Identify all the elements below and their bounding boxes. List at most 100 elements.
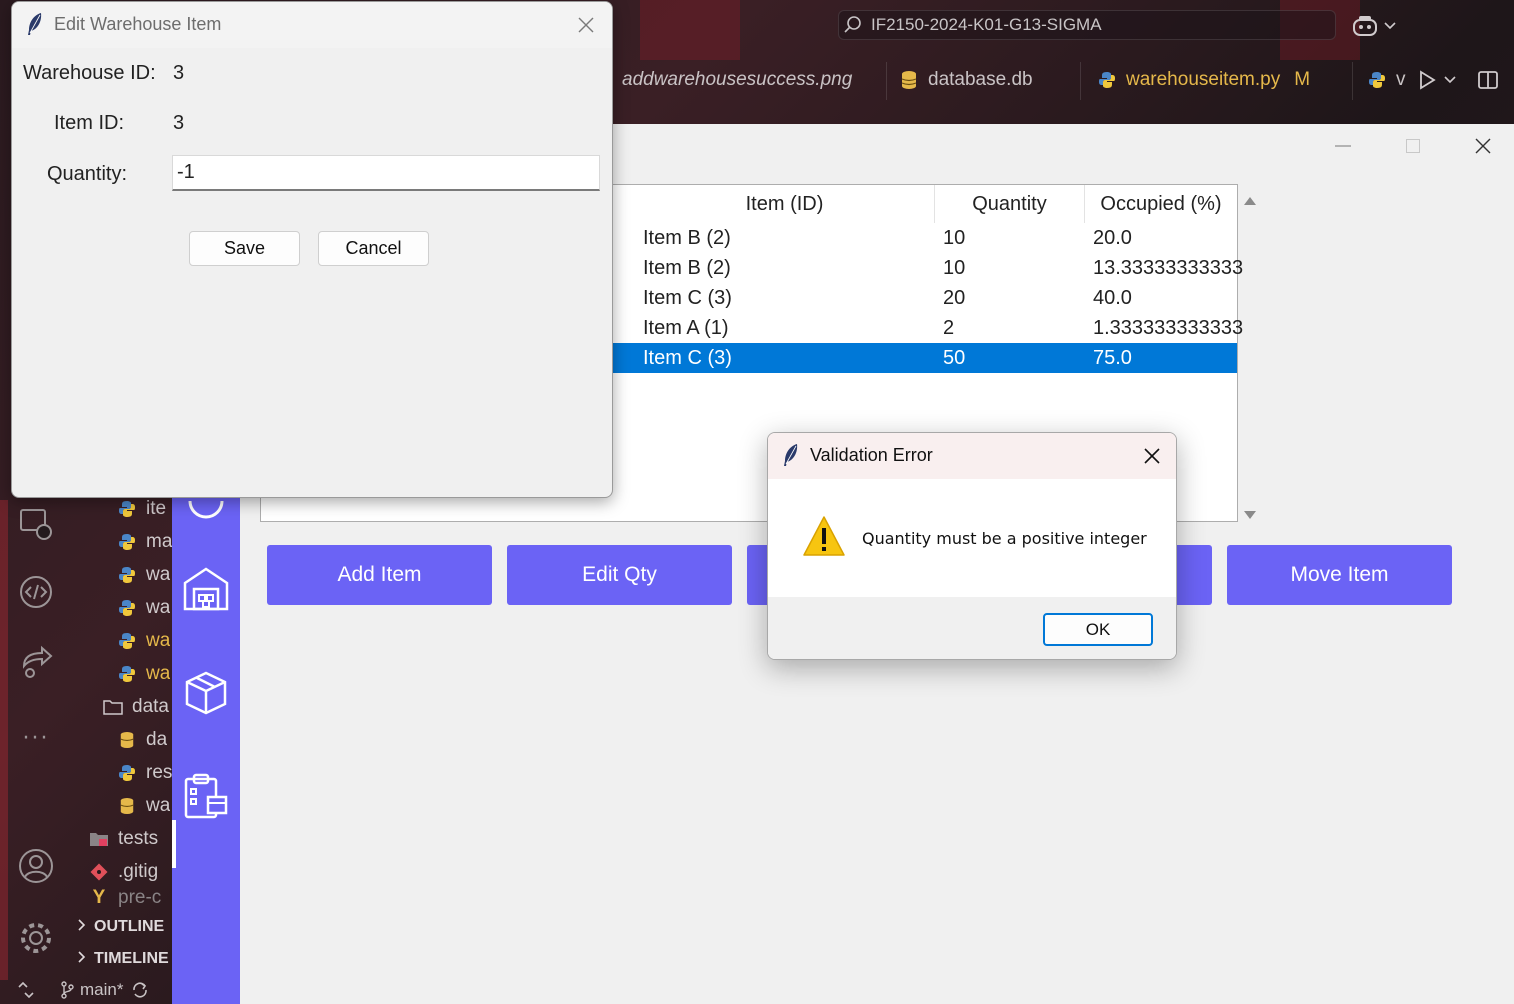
tab-overflow[interactable]: v [1368, 58, 1406, 102]
add-item-button[interactable]: Add Item [267, 545, 492, 605]
cell-item: Item A (1) [643, 316, 729, 339]
column-header-label: Occupied (%) [1100, 192, 1222, 215]
dialog-titlebar: Edit Warehouse Item [12, 2, 612, 48]
explorer-file-label: wa [146, 629, 171, 651]
explorer-file[interactable]: Ypre-c [88, 888, 162, 908]
minimize-icon [1335, 145, 1351, 147]
cell-item: Item C (3) [643, 346, 732, 369]
close-button[interactable] [1134, 441, 1170, 471]
tab-warehouseitem-py[interactable]: warehouseitem.py M [1098, 58, 1310, 102]
python-icon [116, 566, 138, 584]
more-views-button[interactable]: ··· [16, 718, 56, 758]
partially-hidden-button[interactable] [1172, 545, 1212, 605]
chevron-down-icon [1444, 76, 1456, 84]
column-header-occupied[interactable]: Occupied (%) [1085, 185, 1237, 223]
cell-occupied: 75.0 [1093, 346, 1132, 369]
code-icon [18, 574, 54, 610]
sidebar-item-items[interactable] [179, 666, 233, 720]
explorer-file[interactable]: .gitig [88, 855, 158, 888]
section-timeline[interactable]: TIMELINE [78, 944, 169, 974]
edit-qty-button[interactable]: Edit Qty [507, 545, 732, 605]
database-icon [116, 731, 138, 749]
tab-database-db[interactable]: database.db [900, 58, 1033, 102]
validation-error-dialog: Validation Error Quantity must be a posi… [767, 432, 1177, 660]
explorer-file-label: wa [146, 596, 171, 618]
dialog-footer: OK [768, 597, 1176, 659]
explorer-file[interactable]: wa [116, 657, 170, 690]
settings-button[interactable] [16, 918, 56, 958]
close-button[interactable] [568, 10, 604, 40]
git-icon [88, 863, 110, 881]
explorer-folder[interactable]: data [102, 690, 169, 723]
explorer-folder[interactable]: tests [88, 822, 158, 855]
section-label: OUTLINE [94, 918, 165, 935]
explorer-file[interactable]: ma [116, 525, 172, 558]
section-outline[interactable]: OUTLINE [78, 912, 164, 942]
tab-label: addwarehousesuccess.png [622, 69, 853, 90]
move-item-button[interactable]: Move Item [1227, 545, 1452, 605]
chevron-down-icon [1384, 22, 1396, 30]
python-icon [116, 632, 138, 650]
cancel-button[interactable]: Cancel [318, 231, 429, 266]
explorer-file[interactable]: wa [116, 624, 170, 657]
python-icon [1368, 71, 1386, 89]
sidebar-item-inventory-report[interactable] [179, 770, 233, 824]
quantity-input[interactable] [172, 155, 600, 191]
modified-badge: M [1294, 69, 1311, 90]
cell-occupied: 20.0 [1093, 226, 1132, 249]
tab-divider [1080, 62, 1081, 100]
command-center-search[interactable]: IF2150-2024-K01-G13-SIGMA [838, 10, 1336, 40]
tab-addwarehousesuccess[interactable]: addwarehousesuccess.png [622, 58, 852, 102]
split-editor-button[interactable] [1478, 58, 1498, 102]
share-icon [18, 644, 54, 680]
folder-icon [102, 699, 124, 715]
close-button[interactable] [1448, 124, 1514, 168]
git-branch-icon [60, 981, 74, 999]
explorer-file-label: wa [146, 794, 171, 816]
clipboard-icon [182, 773, 230, 821]
copilot-menu[interactable] [1352, 12, 1400, 40]
explorer-file[interactable]: res [116, 756, 172, 789]
explorer-file-label: pre-c [118, 888, 162, 908]
feather-icon [782, 443, 800, 467]
workspace-name: IF2150-2024-K01-G13-SIGMA [871, 15, 1102, 34]
close-icon [1144, 448, 1160, 464]
explorer-file-label: wa [146, 662, 171, 684]
close-icon [1475, 138, 1491, 154]
cell-quantity: 10 [943, 226, 966, 249]
warning-icon [802, 515, 846, 557]
scroll-up-arrow[interactable] [1244, 190, 1256, 209]
maximize-button[interactable] [1378, 124, 1448, 168]
minimize-button[interactable] [1308, 124, 1378, 168]
ok-button[interactable]: OK [1043, 613, 1153, 646]
cell-quantity: 2 [943, 316, 955, 339]
remote-icon [17, 981, 35, 999]
explorer-file-label: ma [146, 530, 173, 552]
cell-quantity: 10 [943, 256, 966, 279]
sync-icon [131, 981, 149, 999]
accounts-button[interactable] [16, 846, 56, 886]
scroll-down-arrow[interactable] [1244, 504, 1256, 523]
explorer-file[interactable]: da [116, 723, 167, 756]
branch-indicator[interactable]: main* [60, 980, 149, 1000]
save-button[interactable]: Save [189, 231, 300, 266]
run-button[interactable] [1418, 58, 1456, 102]
explorer-file[interactable]: wa [116, 789, 170, 822]
chevron-right-icon [78, 918, 86, 936]
editor-tabs: addwarehousesuccess.png database.db ware… [612, 58, 1514, 102]
sidebar-item-warehouse[interactable] [179, 562, 233, 616]
tab-divider [886, 62, 887, 100]
cell-occupied: 1.333333333333 [1093, 316, 1244, 339]
explorer-file[interactable]: wa [116, 558, 170, 591]
play-icon [1418, 70, 1436, 90]
column-header-quantity[interactable]: Quantity [935, 185, 1085, 223]
explorer-file[interactable]: wa [116, 591, 170, 624]
remote-indicator[interactable] [0, 976, 52, 1004]
remote-explorer-button[interactable] [16, 504, 56, 544]
quantity-label: Quantity: [47, 163, 128, 185]
column-header-item[interactable]: Item (ID) [635, 185, 935, 223]
gear-icon [17, 919, 55, 957]
extension-button[interactable] [16, 572, 56, 612]
live-share-button[interactable] [16, 642, 56, 682]
remote-explorer-icon [18, 506, 54, 542]
